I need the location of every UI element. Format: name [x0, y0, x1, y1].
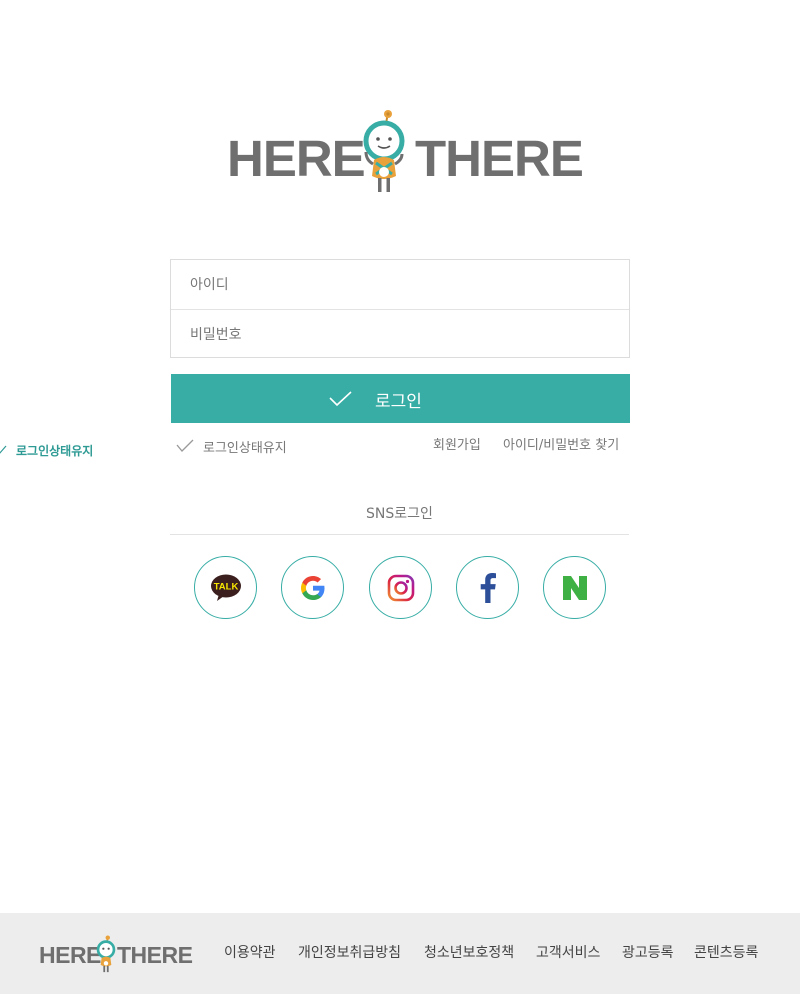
sns-divider — [170, 534, 629, 535]
login-button[interactable]: 로그인 — [171, 374, 630, 423]
find-account-link[interactable]: 아이디/비밀번호 찾기 — [503, 436, 619, 456]
footer-logo[interactable]: HERE THERE — [38, 935, 193, 973]
footer-link-customer-service[interactable]: 고객서비스 — [536, 943, 600, 963]
login-button-label: 로그인 — [375, 392, 422, 412]
footer-link-ad-register[interactable]: 광고등록 — [622, 943, 674, 963]
id-input[interactable] — [190, 260, 629, 309]
footer-link-content-register[interactable]: 콘텐츠등록 — [694, 943, 758, 963]
kakao-login-button[interactable]: TALK — [194, 556, 257, 619]
facebook-icon — [480, 572, 496, 603]
naver-login-button[interactable] — [543, 556, 606, 619]
instagram-login-button[interactable] — [369, 556, 432, 619]
check-icon — [176, 439, 194, 452]
id-field-wrapper — [171, 260, 629, 309]
footer: HERE THERE 이용약관 개인정보취급방침 청소년보호정책 고객서비스 광… — [0, 913, 800, 994]
password-field-wrapper — [171, 310, 629, 359]
password-input[interactable] — [190, 310, 629, 359]
kakao-badge-text: TALK — [213, 581, 238, 592]
mascot-icon — [96, 935, 116, 973]
footer-link-youth-policy[interactable]: 청소년보호정책 — [424, 943, 514, 963]
sns-login-title: SNS로그인 — [366, 506, 433, 522]
keep-login-detached-text: 로그인상태유지 — [16, 443, 94, 458]
kakao-talk-icon: TALK — [210, 574, 241, 601]
footer-logo-word-here: HERE — [39, 942, 101, 968]
footer-link-terms[interactable]: 이용약관 — [224, 943, 276, 963]
footer-link-privacy[interactable]: 개인정보취급방침 — [298, 943, 401, 963]
keep-login-checkbox[interactable]: 로그인상태유지 — [176, 436, 287, 456]
mascot-icon — [363, 110, 405, 192]
brand-logo: HERE THERE — [226, 108, 584, 194]
check-icon — [329, 391, 352, 407]
naver-icon — [562, 575, 587, 600]
instagram-icon — [387, 574, 414, 601]
footer-logo-word-there: THERE — [117, 942, 193, 968]
keep-login-label-detached[interactable]: 로그인상태유지 — [0, 441, 93, 459]
logo-word-here: HERE — [227, 130, 366, 187]
facebook-login-button[interactable] — [456, 556, 519, 619]
check-icon — [0, 445, 7, 454]
logo-word-there: THERE — [415, 130, 584, 187]
keep-login-label: 로그인상태유지 — [203, 440, 287, 456]
join-link[interactable]: 회원가입 — [433, 436, 481, 456]
google-icon — [300, 575, 324, 600]
login-fields — [170, 259, 630, 359]
google-login-button[interactable] — [281, 556, 344, 619]
